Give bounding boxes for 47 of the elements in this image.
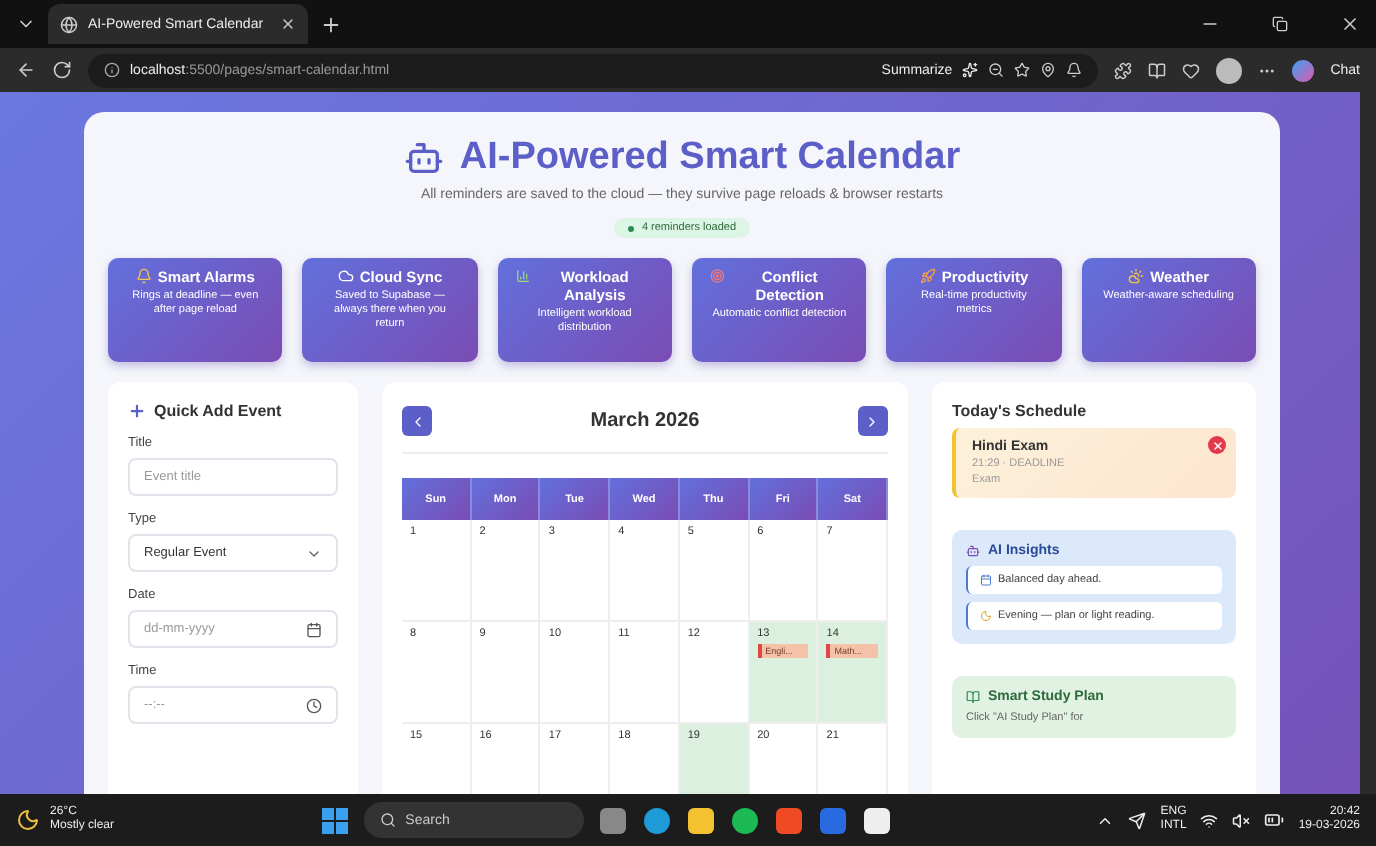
month-title: March 2026: [590, 410, 700, 432]
weather-moon-icon: [16, 808, 40, 832]
extensions-icon[interactable]: [1114, 61, 1133, 79]
zoom-out-icon[interactable]: [988, 62, 1005, 78]
panel-heading: Quick Add Event: [154, 402, 282, 420]
bell-icon: [135, 268, 152, 284]
plus-icon: [128, 402, 146, 420]
profile-avatar[interactable]: [1216, 57, 1243, 83]
target-icon: [710, 268, 725, 284]
scrollbar[interactable]: [1360, 92, 1376, 794]
robot-icon: [966, 544, 980, 558]
close-icon[interactable]: [1340, 14, 1360, 34]
sun-cloud-icon: [1128, 268, 1145, 284]
bell-icon[interactable]: [1066, 62, 1083, 78]
calendar-icon: [980, 574, 992, 586]
globe-icon: [60, 15, 78, 33]
back-icon[interactable]: [16, 60, 36, 80]
panel-heading: Today's Schedule: [952, 402, 1087, 420]
info-icon: [104, 62, 120, 78]
battery-icon[interactable]: [1264, 810, 1285, 830]
next-month-button[interactable]: [857, 406, 888, 436]
robot-icon: [403, 138, 444, 178]
moon-icon: [980, 610, 992, 622]
previous-month-button[interactable]: [402, 406, 432, 436]
star-icon[interactable]: [1014, 62, 1031, 78]
clock-icon: [306, 697, 322, 713]
books-icon: [966, 690, 980, 704]
send-icon[interactable]: [1128, 811, 1147, 829]
favorites-icon[interactable]: [1182, 61, 1201, 79]
bar-chart-icon: [515, 268, 530, 284]
close-icon[interactable]: [280, 16, 296, 32]
reload-icon[interactable]: [52, 60, 72, 80]
cloud-icon: [337, 268, 354, 284]
wifi-icon[interactable]: [1200, 811, 1219, 829]
page-title: AI-Powered Smart Calendar: [459, 136, 961, 180]
close-icon: [1211, 439, 1223, 451]
calendar-icon: [306, 621, 322, 637]
pin-icon[interactable]: [1040, 62, 1057, 78]
windows-start-icon[interactable]: [321, 807, 348, 833]
search-icon: [379, 812, 396, 828]
restore-icon[interactable]: [1272, 16, 1288, 32]
reading-icon[interactable]: [1148, 61, 1167, 79]
volume-icon[interactable]: [1232, 811, 1251, 829]
sparkle-icon[interactable]: [962, 62, 979, 78]
rocket-icon: [919, 268, 936, 284]
new-tab-icon[interactable]: [320, 13, 342, 35]
delete-button[interactable]: [1208, 436, 1226, 454]
